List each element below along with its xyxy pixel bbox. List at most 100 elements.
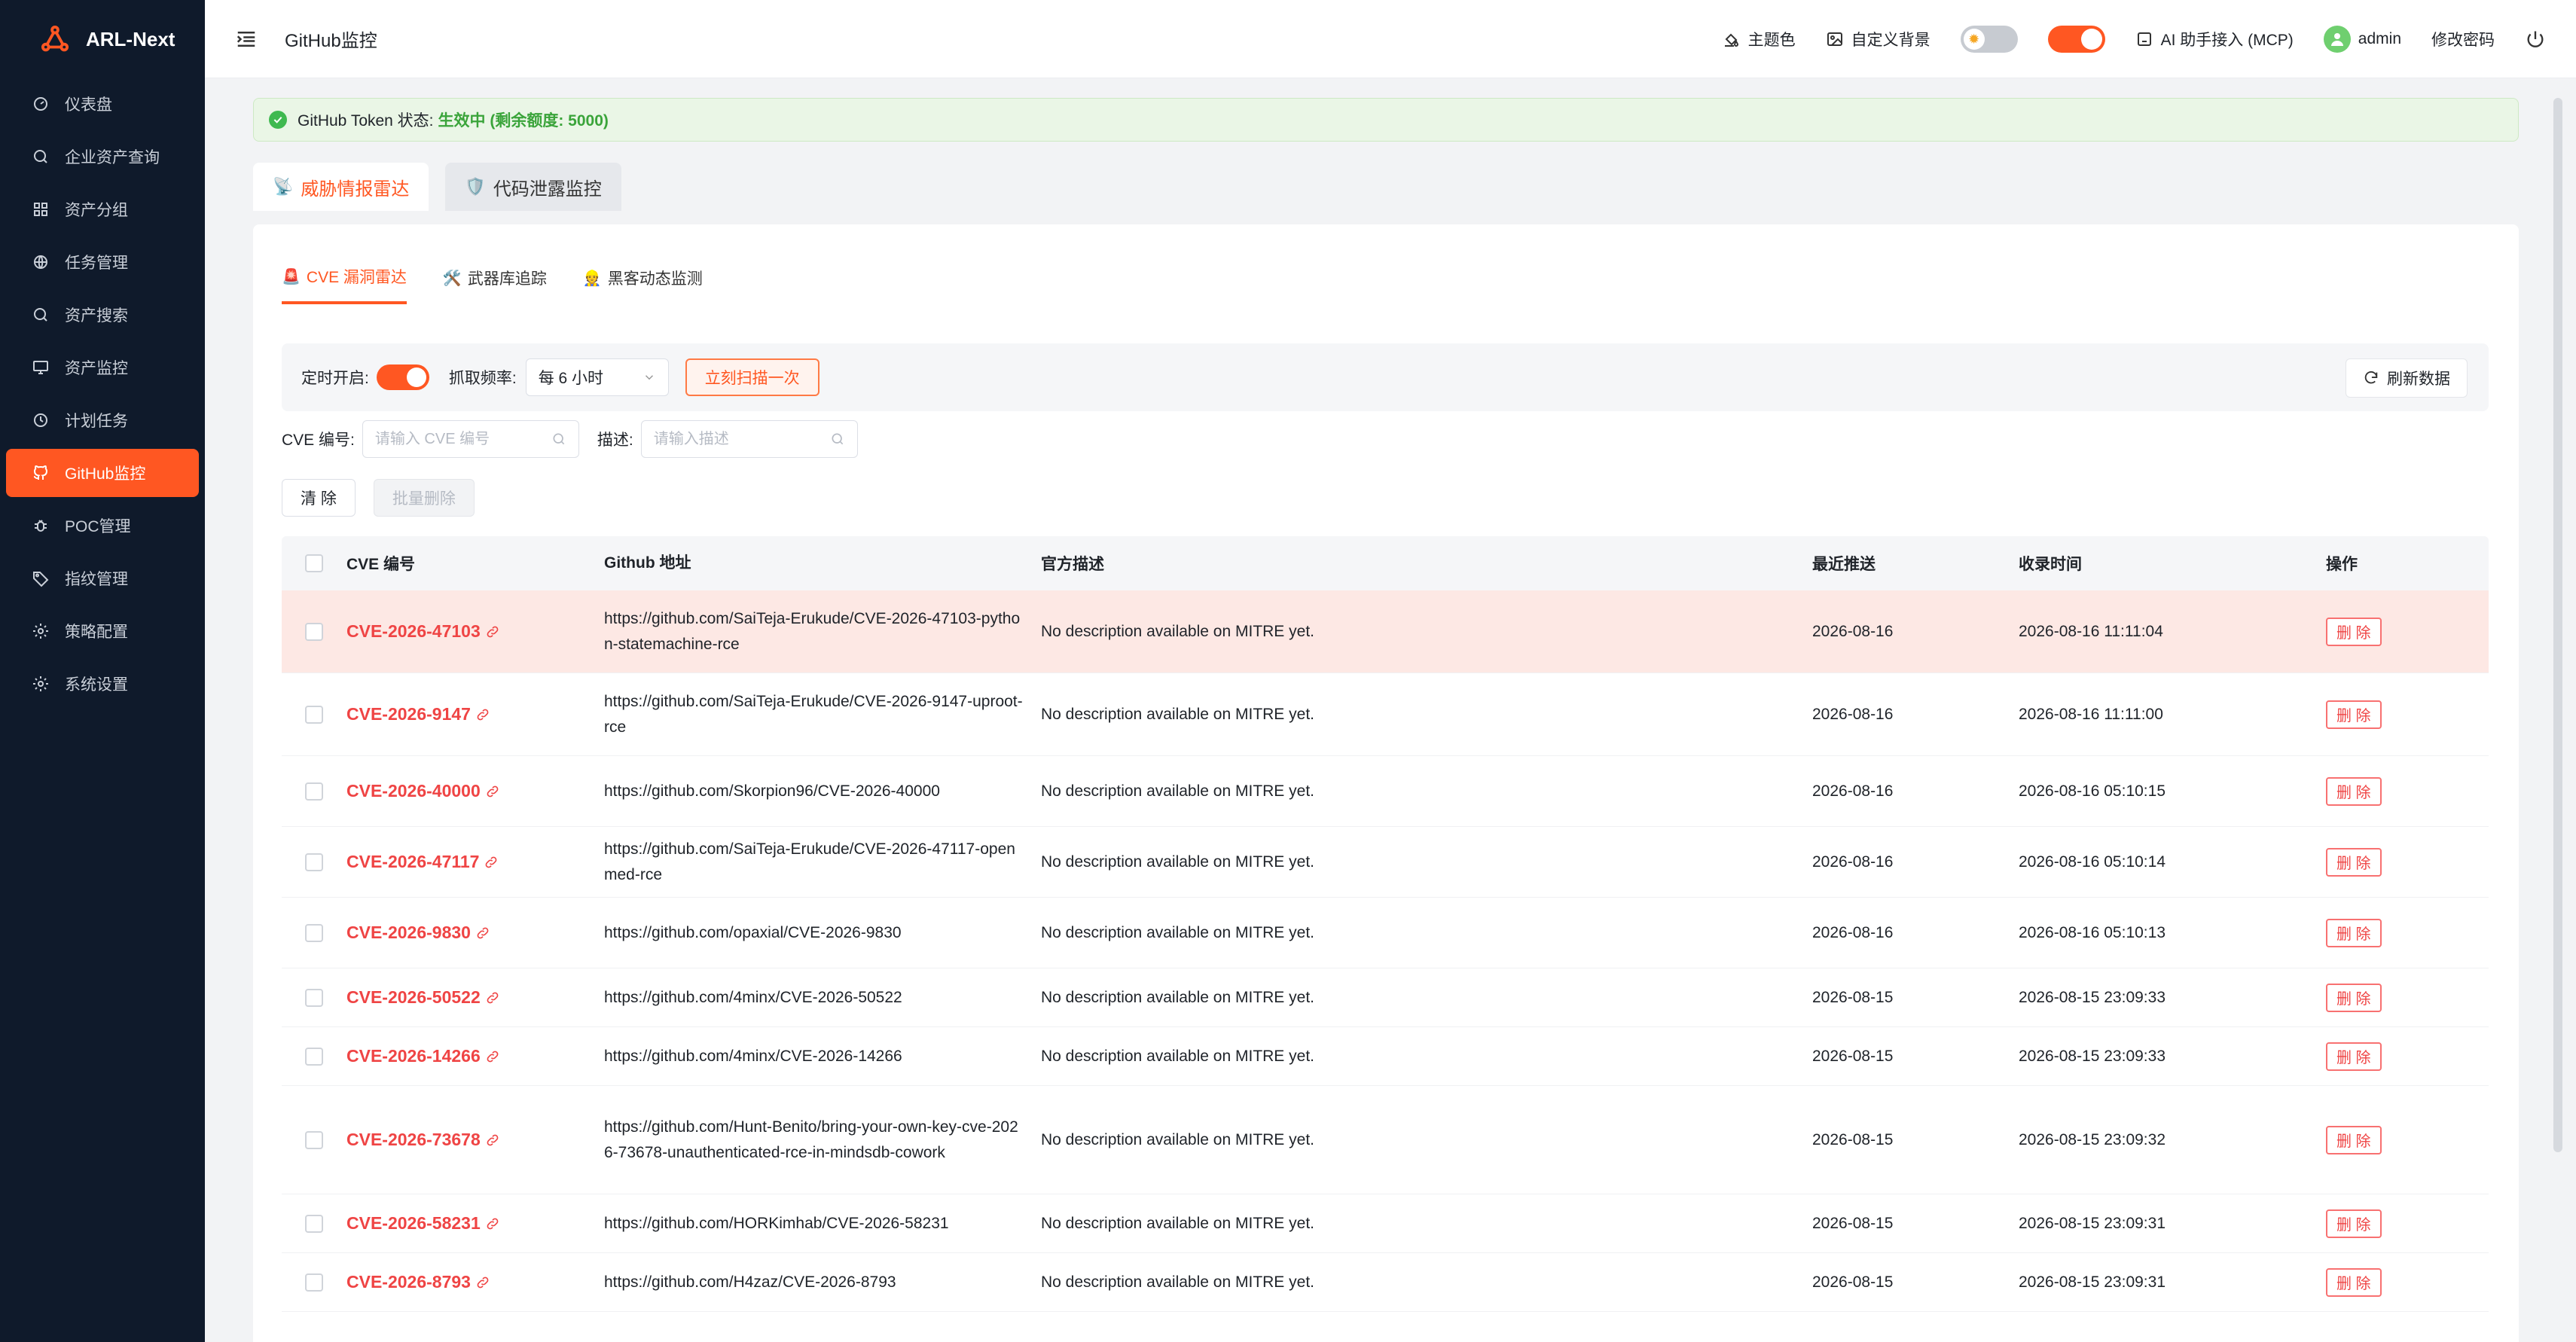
- desc-search-field[interactable]: [640, 420, 858, 458]
- search-icon[interactable]: [551, 432, 566, 447]
- delete-button[interactable]: 删 除: [2326, 983, 2382, 1012]
- dark-mode-toggle[interactable]: ✹: [1960, 26, 2018, 53]
- cve-link[interactable]: CVE-2026-47117: [346, 852, 499, 872]
- cve-link[interactable]: CVE-2026-8793: [346, 1272, 490, 1292]
- github-url[interactable]: https://github.com/opaxial/CVE-2026-9830: [604, 920, 1041, 946]
- delete-button[interactable]: 删 除: [2326, 1209, 2382, 1238]
- sidebar-item-label: 策略配置: [65, 624, 128, 641]
- delete-button[interactable]: 删 除: [2326, 1125, 2382, 1154]
- sidebar-item-label: GitHub监控: [65, 465, 146, 483]
- cve-id: CVE-2026-9147: [346, 704, 471, 724]
- row-checkbox[interactable]: [305, 622, 323, 641]
- cve-link[interactable]: CVE-2026-14266: [346, 1046, 500, 1066]
- sidebar-item[interactable]: GitHub监控: [6, 449, 199, 497]
- sidebar-item[interactable]: 计划任务: [6, 396, 199, 444]
- sub-tab[interactable]: 🚨 CVE 漏洞雷达: [282, 265, 407, 304]
- cve-link[interactable]: CVE-2026-73678: [346, 1130, 500, 1150]
- batch-delete-button[interactable]: 批量删除: [373, 479, 475, 517]
- cve-link[interactable]: CVE-2026-40000: [346, 781, 500, 801]
- page-scrollbar[interactable]: [2553, 98, 2562, 1152]
- refresh-data-button[interactable]: 刷新数据: [2346, 358, 2468, 398]
- sidebar-item[interactable]: 指纹管理: [6, 554, 199, 602]
- cve-link[interactable]: CVE-2026-58231: [346, 1213, 500, 1234]
- github-url[interactable]: https://github.com/SaiTeja-Erukude/CVE-2…: [604, 689, 1041, 740]
- row-checkbox[interactable]: [305, 923, 323, 942]
- tab-label: 威胁情报雷达: [301, 178, 410, 200]
- select-all-checkbox[interactable]: [305, 554, 323, 572]
- row-checkbox[interactable]: [305, 1273, 323, 1292]
- sidebar-item[interactable]: 系统设置: [6, 660, 199, 708]
- ai-assistant-button[interactable]: AI 助手接入 (MCP): [2135, 28, 2294, 50]
- monitor-icon: [33, 361, 48, 374]
- link-icon: [477, 1276, 489, 1288]
- row-checkbox[interactable]: [305, 1214, 323, 1233]
- cve-search-input[interactable]: [374, 430, 533, 448]
- delete-button[interactable]: 删 除: [2326, 918, 2382, 947]
- logout-icon[interactable]: [2525, 29, 2546, 50]
- change-password-link[interactable]: 修改密码: [2431, 28, 2495, 50]
- cve-search-field[interactable]: [362, 420, 579, 458]
- delete-button[interactable]: 删 除: [2326, 847, 2382, 877]
- desc-search-input[interactable]: [653, 430, 812, 448]
- theme-color-button[interactable]: 主题色: [1723, 28, 1796, 50]
- user-menu[interactable]: admin: [2323, 26, 2401, 53]
- collected-time: 2026-08-16 11:11:00: [2019, 705, 2163, 723]
- menu-collapse-icon[interactable]: [235, 28, 258, 50]
- effect-toggle[interactable]: [2047, 26, 2105, 53]
- row-checkbox[interactable]: [305, 705, 323, 724]
- sub-tab[interactable]: 🛠️ 武器库追踪: [443, 265, 547, 304]
- search-icon[interactable]: [830, 432, 845, 447]
- delete-button[interactable]: 删 除: [2326, 700, 2382, 729]
- row-checkbox[interactable]: [305, 1047, 323, 1066]
- scan-now-button[interactable]: 立刻扫描一次: [685, 358, 819, 396]
- delete-button[interactable]: 删 除: [2326, 1267, 2382, 1297]
- frequency-select[interactable]: 每 6 小时: [525, 358, 669, 396]
- token-status-banner: GitHub Token 状态: 生效中 (剩余额度: 5000): [253, 98, 2519, 142]
- schedule-toolbar: 定时开启: 抓取频率: 每 6 小时 立刻扫描一次 刷新数据: [282, 343, 2489, 411]
- refresh-data-label: 刷新数据: [2387, 371, 2450, 388]
- link-icon: [487, 1218, 499, 1229]
- sub-tab[interactable]: 👷 黑客动态监测: [583, 265, 703, 304]
- row-checkbox[interactable]: [305, 852, 323, 871]
- sidebar-item[interactable]: 仪表盘: [6, 80, 199, 128]
- cve-id: CVE-2026-47117: [346, 852, 480, 871]
- delete-button[interactable]: 删 除: [2326, 617, 2382, 646]
- row-checkbox[interactable]: [305, 782, 323, 801]
- cve-link[interactable]: CVE-2026-9147: [346, 704, 490, 724]
- delete-button[interactable]: 删 除: [2326, 1042, 2382, 1071]
- tab-icon: 🛡️: [465, 177, 486, 196]
- sidebar-item[interactable]: POC管理: [6, 502, 199, 550]
- tab-icon: 👷: [582, 270, 602, 287]
- sidebar-item[interactable]: 资产分组: [6, 185, 199, 233]
- cve-link[interactable]: CVE-2026-47103: [346, 621, 500, 642]
- sidebar-item[interactable]: 资产搜索: [6, 291, 199, 339]
- link-icon: [487, 785, 499, 797]
- main-tab[interactable]: 🛡️ 代码泄露监控: [445, 163, 621, 211]
- github-url[interactable]: https://github.com/HORKimhab/CVE-2026-58…: [604, 1211, 1041, 1237]
- clear-button[interactable]: 清 除: [282, 479, 356, 517]
- sidebar-item[interactable]: 策略配置: [6, 607, 199, 655]
- main-tab[interactable]: 📡 威胁情报雷达: [253, 163, 429, 211]
- sidebar-item[interactable]: 任务管理: [6, 238, 199, 286]
- cve-link[interactable]: CVE-2026-50522: [346, 987, 500, 1008]
- table-row: CVE-2026-73678 https://github.com/Hunt-B…: [282, 1086, 2489, 1194]
- collected-time: 2026-08-15 23:09:33: [2019, 1047, 2165, 1065]
- table-body: CVE-2026-47103 https://github.com/SaiTej…: [282, 590, 2489, 1312]
- timer-toggle[interactable]: [376, 364, 429, 390]
- github-url[interactable]: https://github.com/Skorpion96/CVE-2026-4…: [604, 779, 1041, 804]
- github-url[interactable]: https://github.com/H4zaz/CVE-2026-8793: [604, 1270, 1041, 1295]
- row-checkbox[interactable]: [305, 988, 323, 1007]
- github-url[interactable]: https://github.com/SaiTeja-Erukude/CVE-2…: [604, 837, 1041, 888]
- brand[interactable]: ARL-Next: [0, 0, 205, 78]
- collected-time: 2026-08-15 23:09:31: [2019, 1273, 2165, 1291]
- sidebar-item[interactable]: 企业资产查询: [6, 133, 199, 181]
- row-checkbox[interactable]: [305, 1130, 323, 1149]
- github-url[interactable]: https://github.com/SaiTeja-Erukude/CVE-2…: [604, 606, 1041, 657]
- custom-background-button[interactable]: 自定义背景: [1826, 28, 1930, 50]
- github-url[interactable]: https://github.com/4minx/CVE-2026-50522: [604, 985, 1041, 1011]
- sidebar-item[interactable]: 资产监控: [6, 343, 199, 392]
- github-url[interactable]: https://github.com/4minx/CVE-2026-14266: [604, 1044, 1041, 1069]
- delete-button[interactable]: 删 除: [2326, 776, 2382, 806]
- cve-link[interactable]: CVE-2026-9830: [346, 923, 490, 943]
- github-url[interactable]: https://github.com/Hunt-Benito/bring-you…: [604, 1115, 1041, 1166]
